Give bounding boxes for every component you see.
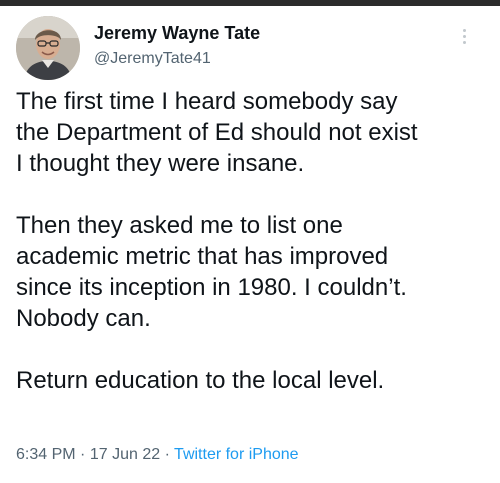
tweet-date[interactable]: 17 Jun 22 [90, 446, 160, 463]
avatar[interactable] [16, 16, 80, 80]
tweet-meta: 6:34 PM · 17 Jun 22 · Twitter for iPhone [16, 444, 299, 466]
tweet-text: The first time I heard somebody say the … [16, 86, 488, 396]
tweet-source-link[interactable]: Twitter for iPhone [174, 446, 299, 463]
profile-photo-icon [16, 16, 80, 80]
tweet-time[interactable]: 6:34 PM [16, 446, 76, 463]
tweet-card: Jeremy Wayne Tate @JeremyTate41 The firs… [0, 6, 500, 483]
more-dot [462, 28, 466, 32]
tweet-paragraph: Return education to the local level. [16, 367, 385, 394]
tweet-paragraph: The first time I heard somebody say the … [16, 88, 418, 177]
more-dot [462, 34, 466, 38]
meta-separator: · [80, 446, 86, 463]
more-dot [462, 40, 466, 44]
tweet-paragraph: Then they asked me to list one academic … [16, 212, 407, 332]
meta-separator: · [164, 446, 170, 463]
author-display-name[interactable]: Jeremy Wayne Tate [94, 22, 260, 44]
more-options-icon[interactable] [452, 22, 476, 50]
author-handle[interactable]: @JeremyTate41 [94, 49, 211, 69]
